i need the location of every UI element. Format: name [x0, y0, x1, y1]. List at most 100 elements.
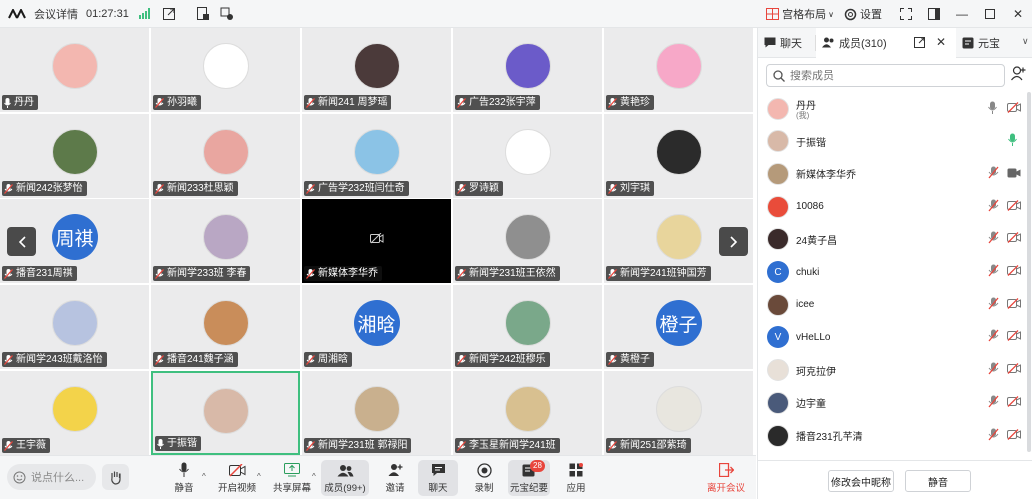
rename-button[interactable]: 修改会中昵称	[828, 470, 894, 492]
video-tile[interactable]: 孙羽曦	[151, 28, 300, 112]
video-tile[interactable]: 丹丹	[0, 28, 149, 112]
popout-icon[interactable]	[161, 6, 177, 22]
video-tile[interactable]: 刘宇琪	[604, 114, 753, 198]
video-tile[interactable]: 新闻学243班戴洛怡	[0, 285, 149, 369]
microphone-muted-icon[interactable]	[988, 264, 999, 280]
camera-off-icon[interactable]	[1007, 265, 1021, 279]
avatar	[504, 214, 551, 260]
video-tile[interactable]: 广告232张宇萍	[453, 28, 602, 112]
tab-chat[interactable]: 聊天	[758, 28, 816, 58]
camera-off-icon[interactable]	[1007, 428, 1021, 443]
previous-page-arrow[interactable]	[7, 227, 36, 256]
participant-name: 黄橙子	[620, 354, 650, 365]
member-row[interactable]: icee	[758, 288, 1032, 321]
close-icon[interactable]: ✕	[936, 35, 946, 49]
sidebar-toggle-icon[interactable]	[920, 0, 948, 28]
camera-off-icon[interactable]	[1007, 101, 1021, 116]
camera-off-icon[interactable]	[1007, 363, 1021, 377]
tab-yuanbao[interactable]: 元宝	[956, 28, 1020, 58]
video-tile[interactable]: 新闻学233班 李春	[151, 199, 300, 283]
member-row[interactable]: 10086	[758, 190, 1032, 223]
member-search-input[interactable]	[790, 69, 990, 82]
camera-off-icon[interactable]	[1007, 330, 1021, 344]
video-options-caret[interactable]: ^	[257, 472, 261, 481]
next-page-arrow[interactable]	[719, 227, 748, 256]
video-tile[interactable]: 王宇薇	[0, 371, 149, 455]
signal-icon[interactable]	[137, 6, 153, 22]
chat-button[interactable]: 聊天	[418, 460, 458, 496]
member-row[interactable]: 24黄子昌	[758, 223, 1032, 256]
member-search[interactable]	[766, 64, 1005, 87]
member-row[interactable]: 边宇童	[758, 386, 1032, 419]
video-tile[interactable]: 罗诗颖	[453, 114, 602, 198]
member-row[interactable]: VvHeLLo	[758, 321, 1032, 354]
video-tile[interactable]: 橙子 黄橙子	[604, 285, 753, 369]
members-button[interactable]: 成员(99+)	[321, 460, 369, 496]
settings-button[interactable]: 设置	[844, 6, 882, 22]
camera-off-icon[interactable]	[1007, 395, 1021, 410]
member-row[interactable]: 丹丹 (我)	[758, 92, 1032, 125]
security-icon[interactable]	[219, 6, 235, 22]
start-video-button[interactable]: 开启视频	[218, 460, 256, 496]
microphone-muted-icon[interactable]	[988, 428, 999, 444]
video-tile[interactable]: 新闻学231班王依然	[453, 199, 602, 283]
record-button[interactable]: 录制	[470, 460, 498, 496]
close-icon[interactable]: ✕	[1004, 0, 1032, 28]
video-tile[interactable]: 新媒体李华乔	[302, 199, 451, 283]
video-tile[interactable]: 李玉星新闻学241班	[453, 371, 602, 455]
microphone-muted-icon[interactable]	[988, 166, 999, 182]
mute-all-button[interactable]: 静音	[905, 470, 971, 492]
summary-button[interactable]: 元宝纪要 28	[508, 460, 550, 496]
microphone-icon[interactable]	[988, 101, 997, 117]
camera-icon[interactable]	[1007, 167, 1021, 181]
video-tile[interactable]: 新闻学242班穆乐	[453, 285, 602, 369]
add-user-icon[interactable]	[1011, 66, 1026, 84]
layout-menu[interactable]: 宫格布局 ∨	[766, 6, 834, 22]
screen-record-icon[interactable]	[195, 6, 211, 22]
video-tile[interactable]: 播音241魏子涵	[151, 285, 300, 369]
microphone-muted-icon[interactable]	[988, 362, 999, 378]
video-tile[interactable]: 于振锴	[151, 371, 300, 455]
member-row[interactable]: 播音231孔芊清	[758, 419, 1032, 452]
microphone-muted-icon[interactable]	[988, 199, 999, 215]
invite-label: 邀请	[385, 483, 405, 494]
maximize-icon[interactable]	[976, 0, 1004, 28]
member-row[interactable]: 珂克拉伊	[758, 354, 1032, 387]
video-tile[interactable]: 新闻233杜思颖	[151, 114, 300, 198]
mute-button[interactable]: 静音	[170, 460, 198, 496]
camera-off-icon[interactable]	[1007, 297, 1021, 312]
member-row[interactable]: 新媒体李华乔	[758, 157, 1032, 190]
tab-members[interactable]: 成员(310) ✕	[816, 27, 956, 58]
leave-meeting-button[interactable]: 离开会议	[706, 460, 746, 496]
fullscreen-icon[interactable]	[892, 0, 920, 28]
member-list-scrollbar[interactable]	[1027, 92, 1031, 452]
video-tile[interactable]: 黄艳珍	[604, 28, 753, 112]
avatar	[202, 388, 249, 434]
member-row[interactable]: 于振锴	[758, 125, 1032, 158]
camera-off-icon[interactable]	[1007, 232, 1021, 246]
video-tile[interactable]: 新闻241 周梦瑶	[302, 28, 451, 112]
microphone-muted-icon[interactable]	[988, 231, 999, 247]
minimize-icon[interactable]: —	[948, 0, 976, 28]
microphone-muted-icon[interactable]	[988, 297, 999, 313]
microphone-muted-icon[interactable]	[988, 329, 999, 345]
video-tile[interactable]: 新闻学231班 郭禄阳	[302, 371, 451, 455]
member-row[interactable]: Cchuki	[758, 256, 1032, 289]
video-tile[interactable]: 广告学232班闫仕奇	[302, 114, 451, 198]
quick-chat-input[interactable]: 说点什么...	[7, 464, 96, 490]
video-tile[interactable]: 新闻251邵紫琦	[604, 371, 753, 455]
chevron-down-icon[interactable]: ∨	[1022, 36, 1029, 47]
share-options-caret[interactable]: ^	[312, 472, 316, 481]
mute-options-caret[interactable]: ^	[202, 472, 206, 481]
meeting-info-link[interactable]: 会议详情	[34, 6, 78, 22]
microphone-speaking-icon[interactable]	[1008, 133, 1017, 149]
video-tile[interactable]: 新闻242张梦怡	[0, 114, 149, 198]
video-tile[interactable]: 湘晗 周湘晗	[302, 285, 451, 369]
invite-button[interactable]: 邀请	[381, 460, 409, 496]
microphone-muted-icon[interactable]	[988, 395, 999, 411]
raise-hand-button[interactable]	[102, 464, 129, 490]
share-screen-button[interactable]: 共享屏幕	[272, 460, 312, 496]
apps-button[interactable]: 应用	[562, 460, 590, 496]
popout-icon[interactable]	[914, 36, 925, 51]
camera-off-icon[interactable]	[1007, 199, 1021, 214]
